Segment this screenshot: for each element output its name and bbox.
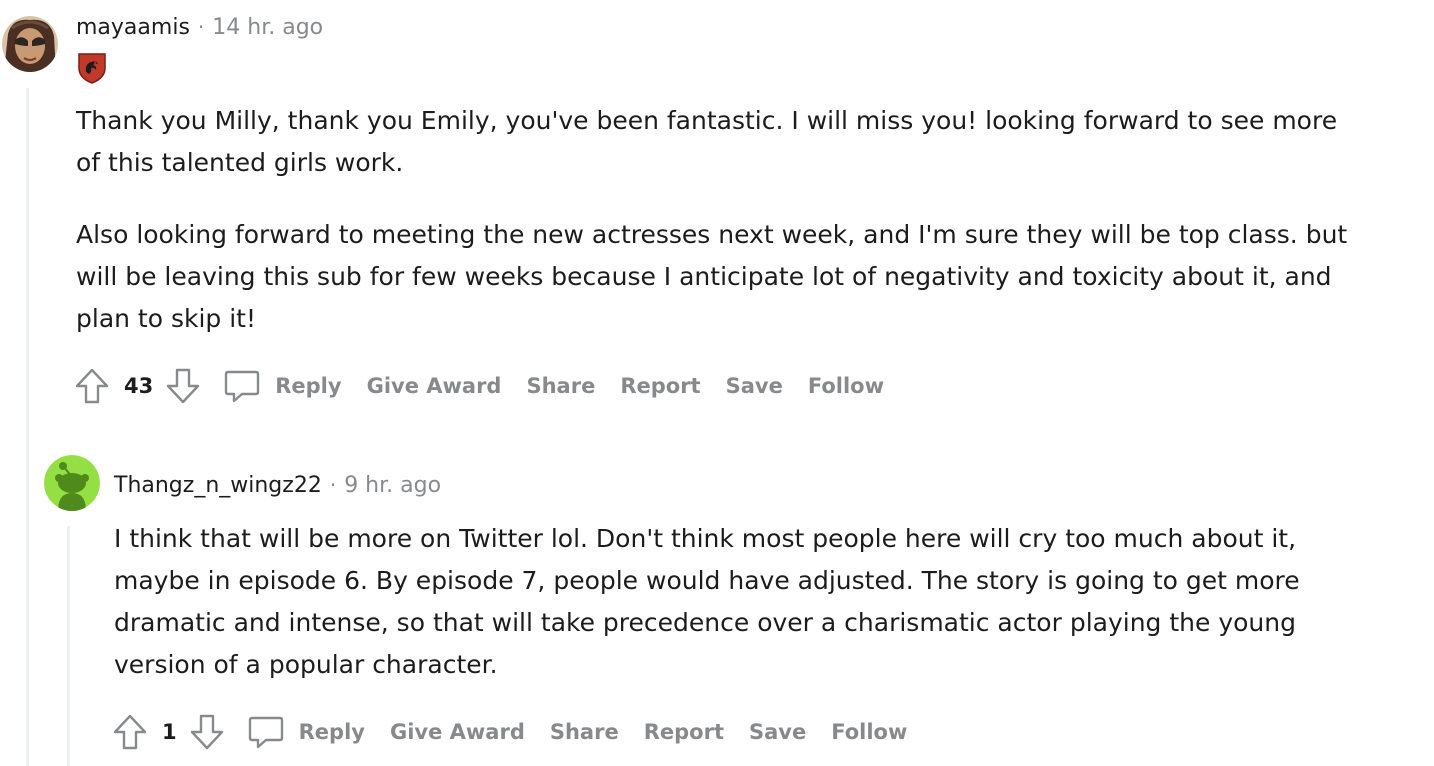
reply-button[interactable]: Reply [247, 713, 365, 751]
comment-meta: Thangz_n_wingz22 · 9 hr. ago [114, 470, 441, 500]
thread-line-reply[interactable] [67, 526, 70, 766]
separator-dot: · [197, 15, 205, 39]
comment-body: Thank you Milly, thank you Emily, you've… [76, 100, 1366, 340]
speech-bubble-icon [225, 370, 260, 403]
upvote-arrow-icon[interactable] [74, 367, 110, 405]
comment-paragraph: I think that will be more on Twitter lol… [114, 524, 1300, 679]
share-button[interactable]: Share [550, 720, 619, 744]
report-button[interactable]: Report [620, 374, 700, 398]
username[interactable]: Thangz_n_wingz22 [114, 473, 322, 498]
share-button[interactable]: Share [526, 374, 595, 398]
timestamp[interactable]: 14 hr. ago [212, 15, 323, 40]
comment-paragraph: Thank you Milly, thank you Emily, you've… [76, 106, 1338, 177]
downvote-arrow-icon[interactable] [165, 367, 201, 405]
comment-actions: 43 Reply Give Award Share Report Save Fo… [74, 364, 909, 408]
save-button[interactable]: Save [749, 720, 806, 744]
comment-paragraph: Also looking forward to meeting the new … [76, 220, 1348, 333]
speech-bubble-icon [248, 716, 283, 749]
comment-meta: mayaamis · 14 hr. ago [76, 12, 323, 42]
user-flair [77, 52, 107, 84]
report-button[interactable]: Report [644, 720, 724, 744]
follow-button[interactable]: Follow [808, 374, 884, 398]
vote-score: 43 [124, 374, 154, 398]
save-button[interactable]: Save [726, 374, 783, 398]
timestamp[interactable]: 9 hr. ago [344, 473, 441, 498]
avatar[interactable] [2, 16, 58, 72]
follow-button[interactable]: Follow [831, 720, 907, 744]
separator-dot: · [329, 473, 337, 497]
reply-label: Reply [298, 720, 365, 744]
avatar[interactable] [44, 455, 100, 511]
give-award-button[interactable]: Give Award [367, 374, 502, 398]
thread-line-root[interactable] [26, 88, 29, 766]
dragon-crest-shield-icon [78, 53, 106, 84]
reddit-snoo-icon [44, 455, 100, 511]
comment-actions: 1 Reply Give Award Share Report Save Fol… [112, 710, 932, 754]
vote-score: 1 [162, 720, 177, 744]
give-award-button[interactable]: Give Award [390, 720, 525, 744]
user-avatar-icon [2, 16, 58, 72]
comment-body: I think that will be more on Twitter lol… [114, 518, 1364, 686]
downvote-arrow-icon[interactable] [189, 713, 225, 751]
username[interactable]: mayaamis [76, 15, 190, 40]
reply-button[interactable]: Reply [223, 367, 342, 405]
upvote-arrow-icon[interactable] [112, 713, 148, 751]
reply-label: Reply [275, 374, 342, 398]
